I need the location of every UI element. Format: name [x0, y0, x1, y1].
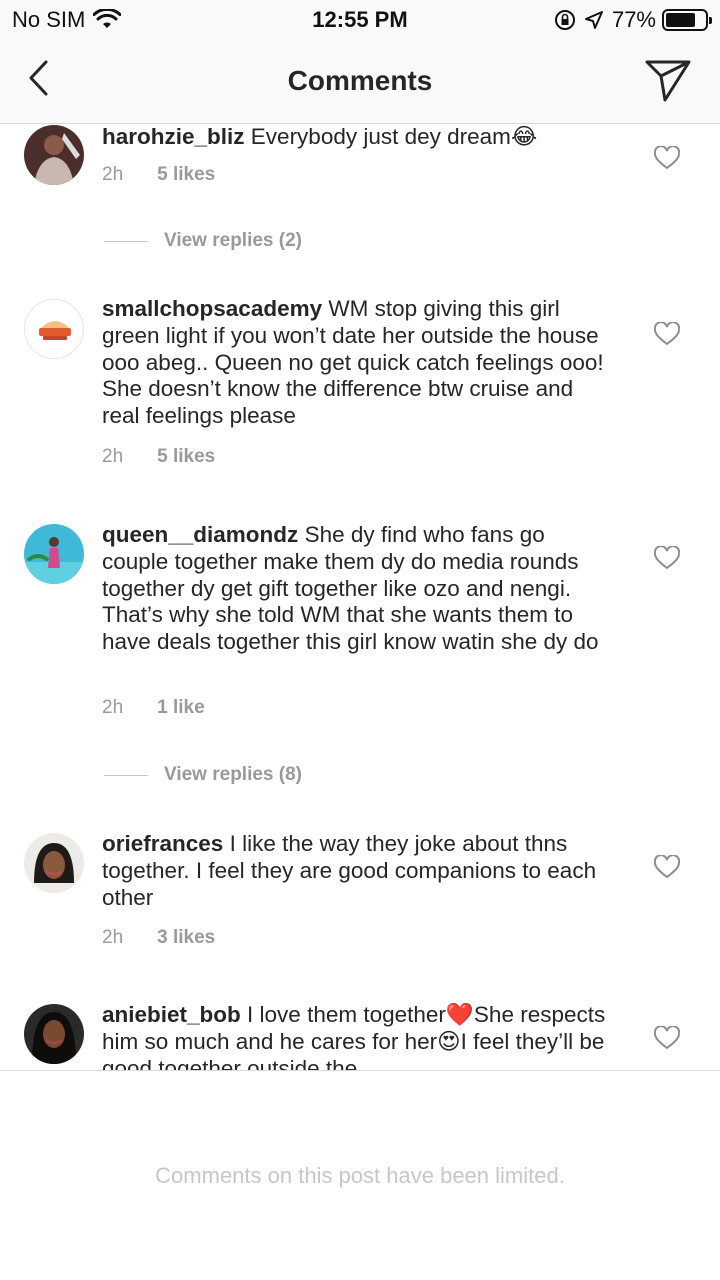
- heart-icon[interactable]: [654, 1026, 680, 1050]
- comment-likes[interactable]: 1 like: [157, 697, 205, 719]
- status-indicators: 77%: [554, 7, 712, 33]
- view-replies-button[interactable]: View replies (8): [104, 764, 302, 786]
- comment-username[interactable]: harohzie_bliz: [102, 124, 245, 149]
- comment-username[interactable]: oriefrances: [102, 831, 223, 856]
- heart-icon[interactable]: [654, 546, 680, 570]
- avatar[interactable]: [24, 524, 84, 584]
- comment-meta: 2h 3 likes: [102, 927, 215, 949]
- comment-body: smallchopsacademy WM stop giving this gi…: [102, 296, 612, 430]
- avatar[interactable]: [24, 125, 84, 185]
- comment-body: aniebiet_bob I love them together❤️She r…: [102, 1002, 612, 1070]
- battery-tip: [709, 17, 712, 24]
- comment-username[interactable]: smallchopsacademy: [102, 296, 322, 321]
- battery-fill: [666, 13, 695, 27]
- comment-username[interactable]: queen__diamondz: [102, 522, 298, 547]
- comment-meta: 2h 5 likes: [102, 446, 215, 468]
- comment-body: harohzie_bliz Everybody just dey dream😂: [102, 124, 612, 151]
- comment-likes[interactable]: 5 likes: [157, 164, 215, 186]
- direct-send-icon: [645, 60, 691, 102]
- avatar[interactable]: [24, 833, 84, 893]
- comment-likes[interactable]: 5 likes: [157, 446, 215, 468]
- status-bar: No SIM 12:55 PM 77%: [0, 0, 720, 40]
- heart-icon[interactable]: [654, 322, 680, 346]
- comments-limited-notice: Comments on this post have been limited.: [155, 1163, 565, 1188]
- comment-composer-area: Comments on this post have been limited.: [0, 1070, 720, 1280]
- comment-time: 2h: [102, 446, 124, 467]
- comment-likes[interactable]: 3 likes: [157, 927, 215, 949]
- orientation-lock-icon: [554, 9, 576, 31]
- battery-icon: [662, 9, 712, 31]
- comment-username[interactable]: aniebiet_bob: [102, 1002, 241, 1027]
- view-replies-label: View replies (2): [164, 230, 302, 251]
- view-replies-label: View replies (8): [164, 764, 302, 785]
- comment-text: Everybody just dey dream😂: [250, 124, 538, 149]
- comment-body: oriefrances I like the way they joke abo…: [102, 831, 612, 911]
- comment-time: 2h: [102, 164, 124, 185]
- heart-icon[interactable]: [654, 146, 680, 170]
- comment-body: queen__diamondz She dy find who fans go …: [102, 522, 612, 656]
- nav-bar: Comments: [0, 40, 720, 124]
- comment-meta: 2h 5 likes: [102, 164, 215, 186]
- replies-divider: [104, 240, 148, 242]
- comment-meta: 2h 1 like: [102, 697, 205, 719]
- comment-time: 2h: [102, 697, 124, 718]
- view-replies-button[interactable]: View replies (2): [104, 230, 302, 252]
- page-title: Comments: [287, 65, 433, 96]
- battery-percent: 77%: [611, 7, 656, 32]
- replies-divider: [104, 774, 148, 776]
- comment-time: 2h: [102, 927, 124, 948]
- heart-icon[interactable]: [654, 855, 680, 879]
- send-button[interactable]: [644, 56, 692, 104]
- avatar[interactable]: [24, 299, 84, 359]
- comments-list[interactable]: harohzie_bliz Everybody just dey dream😂 …: [0, 124, 720, 1070]
- location-arrow-icon: [584, 10, 604, 30]
- avatar[interactable]: [24, 1004, 84, 1064]
